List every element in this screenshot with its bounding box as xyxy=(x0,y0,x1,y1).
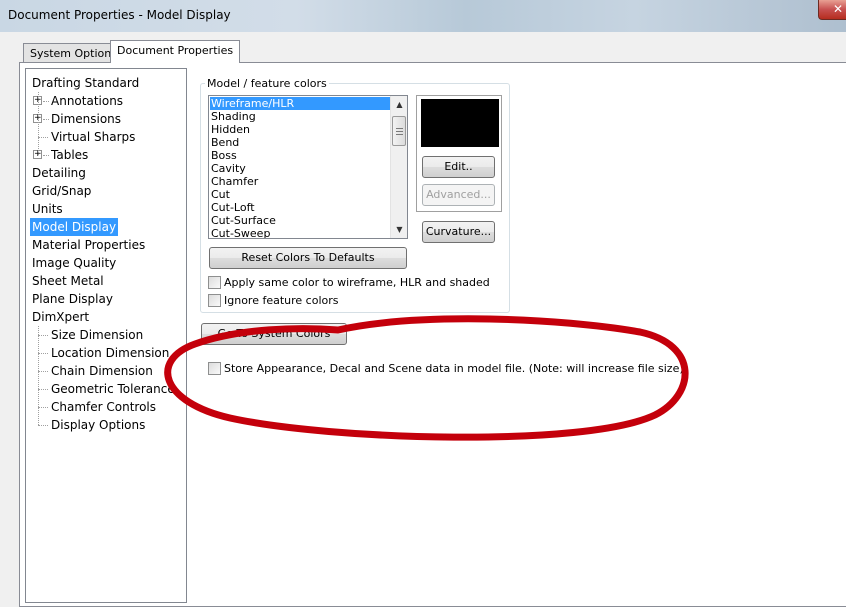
button-label: Reset Colors To Defaults xyxy=(241,251,375,264)
scroll-up-icon[interactable]: ▲ xyxy=(391,96,408,113)
tab-system-options[interactable]: System Options xyxy=(23,43,124,63)
tree-connector xyxy=(38,389,48,390)
tree-item-dimxpert[interactable]: DimXpert xyxy=(30,308,91,326)
feature-color-list[interactable]: Wireframe/HLR Shading Hidden Bend Boss Cavity… xyxy=(208,95,408,239)
tree-item-units[interactable]: Units xyxy=(30,200,65,218)
tree-item-grid-snap[interactable]: Grid/Snap xyxy=(30,182,93,200)
tree-item-virtual-sharps[interactable]: Virtual Sharps xyxy=(49,128,137,146)
tab-label: System Options xyxy=(30,47,117,60)
reset-colors-button[interactable]: Reset Colors To Defaults xyxy=(209,247,407,269)
ignore-feature-colors-label: Ignore feature colors xyxy=(224,294,339,307)
tree-item-plane-display[interactable]: Plane Display xyxy=(30,290,115,308)
button-label: Go To System Colors xyxy=(217,327,331,340)
tree-connector xyxy=(38,326,39,425)
color-list-item[interactable]: Cut-Loft xyxy=(210,201,255,214)
group-title: Model / feature colors xyxy=(205,77,329,90)
tree-item-detailing[interactable]: Detailing xyxy=(30,164,88,182)
go-to-system-colors-button[interactable]: Go To System Colors xyxy=(201,323,347,345)
tree-item-chamfer-controls[interactable]: Chamfer Controls xyxy=(49,398,158,416)
ignore-feature-colors-checkbox[interactable] xyxy=(208,294,221,307)
button-label: Advanced... xyxy=(426,188,491,201)
button-label: Curvature... xyxy=(425,225,492,238)
color-list-item[interactable]: Cut-Sweep xyxy=(210,227,270,238)
scroll-thumb[interactable] xyxy=(392,116,406,146)
advanced-button[interactable]: Advanced... xyxy=(422,184,495,206)
tree-item-annotations[interactable]: Annotations xyxy=(49,92,125,110)
tree-connector xyxy=(38,407,48,408)
color-list-item[interactable]: Cavity xyxy=(210,162,246,175)
options-tree[interactable]: Drafting Standard + Annotations + Dimensions… xyxy=(25,68,187,603)
tree-item-tables[interactable]: Tables xyxy=(49,146,90,164)
title-bar: Document Properties - Model Display ✕ xyxy=(0,0,846,32)
color-list-item[interactable]: Hidden xyxy=(210,123,250,136)
tree-connector xyxy=(38,425,48,426)
store-appearance-label: Store Appearance, Decal and Scene data i… xyxy=(224,362,684,375)
tree-item-image-quality[interactable]: Image Quality xyxy=(30,254,118,272)
tree-item-dimensions[interactable]: Dimensions xyxy=(49,110,123,128)
close-button[interactable]: ✕ xyxy=(818,0,846,20)
apply-same-color-checkbox[interactable] xyxy=(208,276,221,289)
store-appearance-checkbox[interactable] xyxy=(208,362,221,375)
tree-item-geometric-tolerance[interactable]: Geometric Tolerance xyxy=(49,380,177,398)
tree-connector xyxy=(38,335,48,336)
tree-item-chain-dimension[interactable]: Chain Dimension xyxy=(49,362,155,380)
tree-connector xyxy=(38,353,48,354)
tree-item-material-properties[interactable]: Material Properties xyxy=(30,236,147,254)
button-label: Edit.. xyxy=(444,160,473,173)
tree-item-display-options[interactable]: Display Options xyxy=(49,416,147,434)
tree-item-location-dimension[interactable]: Location Dimension xyxy=(49,344,171,362)
tree-connector xyxy=(38,137,48,138)
window-title: Document Properties - Model Display xyxy=(8,8,231,22)
tree-item-model-display[interactable]: Model Display xyxy=(30,218,119,236)
color-list-item[interactable]: Shading xyxy=(210,110,256,123)
color-list-item[interactable]: Chamfer xyxy=(210,175,258,188)
color-list-item[interactable]: Wireframe/HLR xyxy=(210,97,390,110)
tree-item-size-dimension[interactable]: Size Dimension xyxy=(49,326,145,344)
tree-connector xyxy=(38,371,48,372)
scroll-down-icon[interactable]: ▼ xyxy=(391,221,408,238)
tab-label: Document Properties xyxy=(117,44,234,57)
close-icon: ✕ xyxy=(832,2,844,16)
color-list-item[interactable]: Bend xyxy=(210,136,239,149)
color-list-item[interactable]: Boss xyxy=(210,149,237,162)
color-list-item[interactable]: Cut-Surface xyxy=(210,214,276,227)
curvature-button[interactable]: Curvature... xyxy=(422,221,495,243)
tree-item-drafting-standard[interactable]: Drafting Standard xyxy=(30,74,141,92)
color-swatch xyxy=(421,99,499,147)
edit-color-button[interactable]: Edit.. xyxy=(422,156,495,178)
list-scrollbar[interactable]: ▲ ▼ xyxy=(390,96,407,238)
tab-document-properties[interactable]: Document Properties xyxy=(110,40,241,63)
apply-same-color-label: Apply same color to wireframe, HLR and s… xyxy=(224,276,490,289)
color-list-item[interactable]: Cut xyxy=(210,188,230,201)
tree-connector xyxy=(38,92,39,155)
tree-item-sheet-metal[interactable]: Sheet Metal xyxy=(30,272,106,290)
